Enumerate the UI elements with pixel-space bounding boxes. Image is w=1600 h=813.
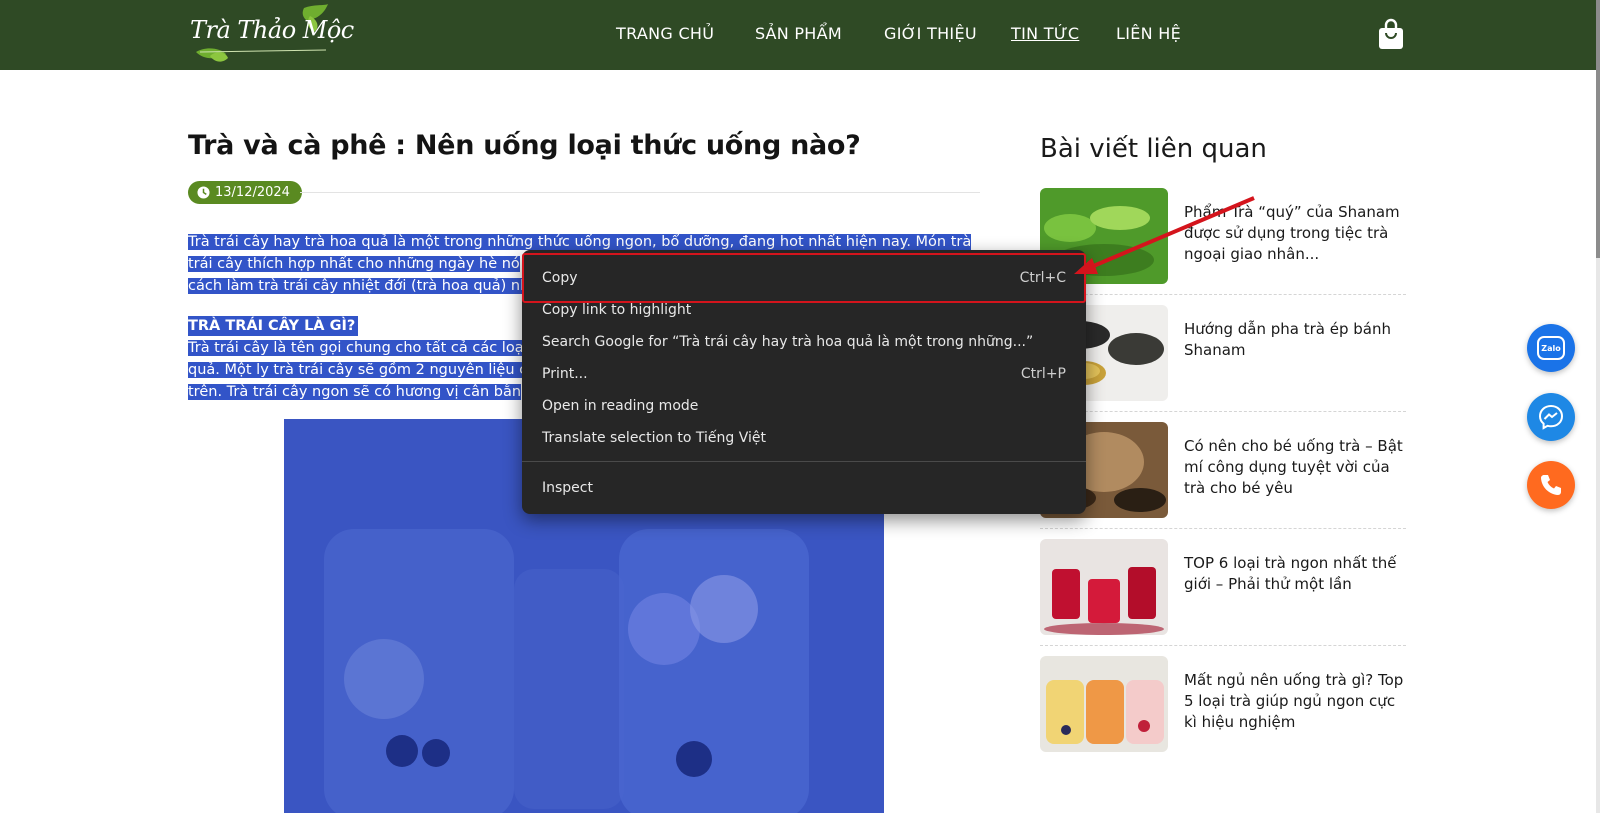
menu-item-label: Print... [542, 366, 588, 382]
date-badge: 13/12/2024 [188, 181, 302, 204]
related-post-thumbnail[interactable] [1040, 656, 1168, 752]
context-menu-translate[interactable]: Translate selection to Tiếng Việt [522, 424, 1086, 452]
zalo-icon: Zalo [1537, 336, 1565, 360]
menu-item-label: Inspect [542, 480, 593, 496]
divider [1040, 645, 1406, 646]
related-post-thumbnail[interactable] [1040, 539, 1168, 635]
related-post-title[interactable]: Mất ngủ nên uống trà gì? Top 5 loại trà … [1184, 670, 1406, 733]
messenger-icon [1538, 404, 1564, 430]
related-post-title[interactable]: Có nên cho bé uống trà – Bật mí công dụn… [1184, 436, 1406, 499]
nav-item-tin-tuc[interactable]: TIN TỨC [1011, 24, 1079, 43]
divider [1040, 411, 1406, 412]
related-post[interactable]: Mất ngủ nên uống trà gì? Top 5 loại trà … [1040, 656, 1406, 773]
site-logo[interactable]: Trà Thảo Mộc [186, 2, 354, 68]
context-menu-print[interactable]: Print... Ctrl+P [522, 360, 1086, 388]
clock-icon [197, 186, 210, 199]
divider [300, 192, 980, 193]
annotation-arrow-icon [1074, 196, 1255, 274]
nav-item-gioi-thieu[interactable]: GIỚI THIỆU [884, 24, 977, 43]
nav-item-trang-chu[interactable]: TRANG CHỦ [616, 24, 714, 43]
context-menu-search-google[interactable]: Search Google for “Trà trái cây hay trà … [522, 328, 1086, 356]
nav-item-san-pham[interactable]: SẢN PHẨM [755, 24, 842, 43]
menu-item-label: Open in reading mode [542, 398, 699, 414]
scrollbar-thumb[interactable] [1596, 0, 1600, 258]
logo-text: Trà Thảo Mộc [190, 16, 354, 44]
menu-item-label: Search Google for “Trà trái cây hay trà … [542, 334, 1034, 350]
site-header: Trà Thảo Mộc TRANG CHỦ SẢN PHẨM GIỚI THI… [0, 0, 1596, 70]
menu-item-shortcut: Ctrl+P [1020, 366, 1066, 382]
related-post[interactable]: Hướng dẫn pha trà ép bánh Shanam [1040, 305, 1406, 422]
related-post-title[interactable]: Hướng dẫn pha trà ép bánh Shanam [1184, 319, 1406, 361]
shopping-bag-icon[interactable] [1378, 18, 1404, 50]
page: Trà Thảo Mộc TRANG CHỦ SẢN PHẨM GIỚI THI… [0, 0, 1600, 813]
nav-item-lien-he[interactable]: LIÊN HỆ [1116, 24, 1181, 43]
sidebar-title: Bài viết liên quan [1040, 134, 1267, 164]
section-heading: TRÀ TRÁI CÂY LÀ GÌ? [188, 316, 359, 336]
phone-button[interactable] [1527, 461, 1575, 509]
related-post-title[interactable]: TOP 6 loại trà ngon nhất thế giới – Phải… [1184, 553, 1406, 595]
context-menu-reading-mode[interactable]: Open in reading mode [522, 392, 1086, 420]
divider [1040, 294, 1406, 295]
related-post[interactable]: TOP 6 loại trà ngon nhất thế giới – Phải… [1040, 539, 1406, 656]
phone-icon [1541, 475, 1561, 495]
zalo-button[interactable]: Zalo [1527, 324, 1575, 372]
messenger-button[interactable] [1527, 393, 1575, 441]
highlight-box [522, 253, 1086, 303]
related-post[interactable]: Có nên cho bé uống trà – Bật mí công dụn… [1040, 422, 1406, 539]
menu-item-label: Translate selection to Tiếng Việt [542, 430, 766, 446]
menu-separator [522, 461, 1086, 462]
article-title: Trà và cà phê : Nên uống loại thức uống … [188, 130, 861, 161]
zalo-label: Zalo [1541, 343, 1561, 353]
page-scrollbar[interactable] [1596, 0, 1600, 813]
context-menu-inspect[interactable]: Inspect [522, 474, 1086, 502]
divider [1040, 528, 1406, 529]
menu-item-label: Copy link to highlight [542, 302, 692, 318]
article-date: 13/12/2024 [215, 185, 290, 200]
